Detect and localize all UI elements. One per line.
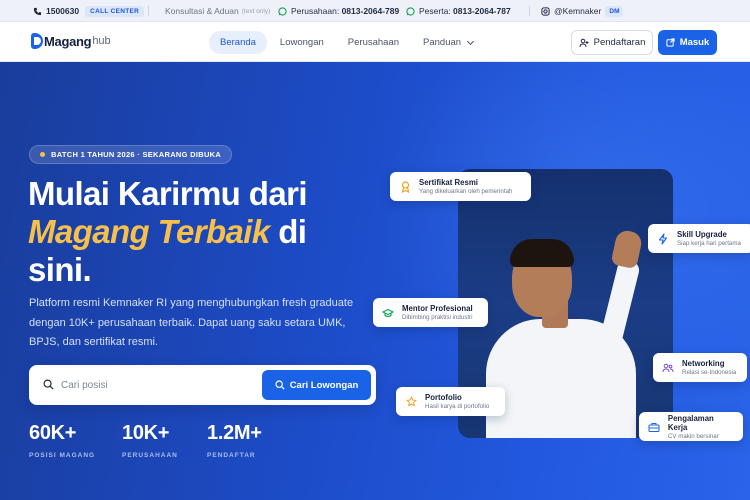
award-icon: [398, 180, 412, 194]
divider: [148, 6, 149, 16]
nav-link-lowongan[interactable]: Lowongan: [269, 31, 335, 54]
whatsapp-icon: [406, 6, 415, 16]
consult-note: (text only): [241, 7, 271, 15]
company-whatsapp-item[interactable]: Perusahaan: 0813-2064-789: [278, 0, 399, 22]
chip-title: Pengalaman Kerja: [667, 413, 714, 432]
chevron-down-icon: [467, 37, 475, 45]
stat-companies: 10K+ PERUSAHAAN: [122, 422, 178, 459]
chip-subtitle: Dibimbing praktisi industri: [402, 314, 473, 321]
hero-headline: Mulai Karirmu dari Magang Terbaik di sin…: [28, 175, 348, 289]
company-phone: 0813-2064-789: [341, 6, 400, 16]
login-button[interactable]: Masuk: [658, 30, 717, 55]
instagram-item[interactable]: @Kemnaker DM: [541, 0, 624, 22]
chip-mentor: Mentor Profesional Dibimbing praktisi in…: [373, 298, 488, 327]
nav-links: Beranda Lowongan Perusahaan Panduan: [209, 31, 486, 54]
divider: [529, 6, 530, 16]
batch-pill: BATCH 1 TAHUN 2026 · SEKARANG DIBUKA: [29, 145, 233, 164]
headline-line-1: Mulai Karirmu dari: [28, 175, 308, 212]
stat-value: 1.2M+: [207, 422, 262, 444]
briefcase-icon: [647, 420, 661, 434]
stat-label: POSISI MAGANG: [29, 452, 96, 459]
instagram-handle: @Kemnaker: [554, 6, 602, 16]
user-plus-icon: [579, 38, 589, 48]
lightning-icon: [656, 232, 670, 246]
company-label: Perusahaan:: [291, 6, 340, 16]
person-hand: [610, 228, 644, 270]
nav-link-beranda[interactable]: Beranda: [209, 31, 267, 54]
top-info-bar: 1500630 CALL CENTER Konsultasi & Aduan (…: [0, 0, 750, 22]
search-button-label: Cari Lowongan: [289, 379, 359, 391]
search-button[interactable]: Cari Lowongan: [262, 370, 371, 400]
call-center-badge: CALL CENTER: [85, 5, 145, 17]
chip-subtitle: Yang dikeluarkan oleh pemerintah: [419, 188, 513, 195]
chip-subtitle: CV makin bersinar: [667, 432, 719, 440]
stat-label: PERUSAHAAN: [122, 452, 178, 459]
consult-label: Konsultasi & Aduan: [165, 6, 239, 16]
search-icon: [43, 379, 54, 390]
star-icon: [404, 395, 418, 409]
batch-pill-text: BATCH 1 TAHUN 2026 · SEKARANG DIBUKA: [51, 150, 222, 159]
chip-title: Skill Upgrade: [677, 230, 727, 239]
participant-label: Peserta:: [419, 6, 451, 16]
chip-subtitle: Siap kerja hari pertama: [677, 240, 741, 247]
call-center-number: 1500630: [46, 6, 80, 16]
headline-line-2: Magang Terbaik di: [28, 213, 348, 251]
register-label: Pendaftaran: [593, 37, 646, 48]
person-shirt: [486, 319, 636, 438]
participant-phone: 0813-2064-787: [453, 6, 511, 16]
chip-networking: Networking Relasi se-Indonesia: [653, 353, 747, 382]
chip-title: Mentor Profesional: [402, 304, 473, 313]
logo-sub-text: hub: [92, 35, 111, 47]
login-label: Masuk: [679, 37, 710, 48]
chip-portofolio: Portofolio Hasil karya di portofolio: [396, 387, 505, 416]
stat-applicants: 1.2M+ PENDAFTAR: [207, 422, 262, 459]
chip-title: Networking: [682, 359, 725, 368]
phone-icon: [33, 7, 42, 15]
stat-positions: 60K+ POSISI MAGANG: [29, 422, 95, 459]
logo-main-text: Magang: [44, 33, 92, 49]
chip-sertifikat: Sertifikat Resmi Yang dikeluarkan oleh p…: [390, 172, 531, 201]
headline-line-2-rest: di: [278, 213, 307, 250]
hero-description: Platform resmi Kemnaker RI yang menghubu…: [29, 297, 354, 348]
hero-section: BATCH 1 TAHUN 2026 · SEKARANG DIBUKA Mul…: [0, 62, 750, 500]
consult-item: Konsultasi & Aduan (text only): [165, 0, 270, 22]
call-center-item[interactable]: 1500630 CALL CENTER: [33, 0, 145, 22]
navbar: Magang hub Beranda Lowongan Perusahaan P…: [0, 22, 750, 62]
search-input[interactable]: [61, 373, 251, 397]
instagram-icon: [541, 6, 550, 16]
stat-value: 60K+: [29, 422, 77, 444]
search-icon: [275, 380, 285, 390]
dm-badge: DM: [605, 5, 624, 17]
stat-value: 10K+: [122, 422, 170, 444]
chip-title: Portofolio: [425, 393, 462, 402]
chip-subtitle: Relasi se-Indonesia: [682, 369, 737, 376]
graduation-cap-icon: [381, 306, 395, 320]
pill-dot: [40, 152, 45, 157]
search-bar: Cari Lowongan: [29, 365, 376, 405]
nav-link-panduan[interactable]: Panduan: [412, 31, 484, 54]
users-icon: [661, 361, 675, 375]
participant-whatsapp-item[interactable]: Peserta: 0813-2064-787: [406, 0, 511, 22]
magang-hub-logo[interactable]: Magang hub: [31, 33, 111, 49]
register-button[interactable]: Pendaftaran: [571, 30, 653, 55]
headline-line-3: sini.: [28, 251, 92, 288]
chip-subtitle: Hasil karya di portofolio: [425, 403, 490, 410]
nav-link-panduan-label: Panduan: [423, 37, 462, 48]
headline-accent: Magang Terbaik: [28, 213, 270, 250]
external-link-icon: [666, 38, 675, 47]
person-hair: [510, 239, 574, 267]
stat-label: PENDAFTAR: [207, 452, 256, 459]
chip-pengalaman: Pengalaman Kerja CV makin bersinar: [639, 412, 743, 441]
chip-skill-upgrade: Skill Upgrade Siap kerja hari pertama: [648, 224, 750, 253]
chip-title: Sertifikat Resmi: [419, 178, 478, 187]
whatsapp-icon: [278, 6, 287, 16]
logo-icon: [31, 33, 43, 49]
nav-link-perusahaan[interactable]: Perusahaan: [337, 31, 410, 54]
